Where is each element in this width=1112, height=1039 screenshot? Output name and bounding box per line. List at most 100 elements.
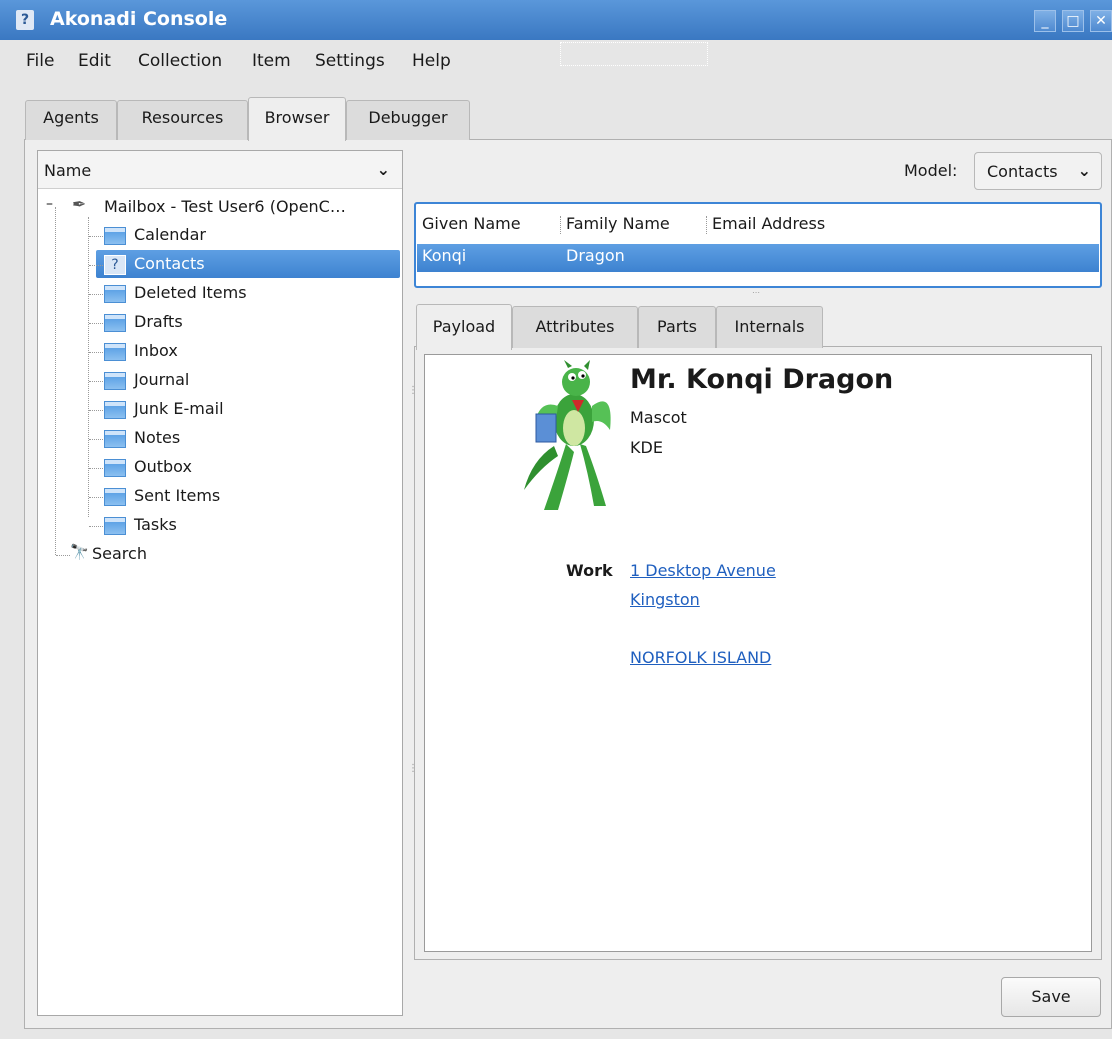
- tree-item-label: Contacts: [134, 254, 205, 273]
- tree-guide: [89, 526, 103, 527]
- folder-icon: [104, 314, 126, 332]
- dragon-leg: [580, 444, 606, 506]
- column-header-family-name[interactable]: Family Name: [566, 214, 670, 233]
- tree-item-outbox[interactable]: Outbox: [38, 453, 402, 482]
- chevron-down-icon[interactable]: ⌄: [377, 160, 390, 179]
- menu-file[interactable]: File: [26, 51, 54, 71]
- splitter-handle[interactable]: ⋯: [752, 288, 760, 297]
- tab-internals[interactable]: Internals: [716, 306, 823, 348]
- tree-item-inbox[interactable]: Inbox: [38, 337, 402, 366]
- save-button[interactable]: Save: [1001, 977, 1101, 1017]
- items-table[interactable]: Given Name Family Name Email Address Kon…: [414, 202, 1102, 288]
- menu-settings[interactable]: Settings: [315, 51, 385, 71]
- tree-item-tasks[interactable]: Tasks: [38, 511, 402, 540]
- tree-item-drafts[interactable]: Drafts: [38, 308, 402, 337]
- tree-item-deleted-items[interactable]: Deleted Items: [38, 279, 402, 308]
- address-link-city[interactable]: Kingston: [630, 590, 700, 609]
- splitter-handle[interactable]: ⋮: [408, 763, 418, 774]
- tree-item-label: Inbox: [134, 341, 178, 360]
- tree-item-notes[interactable]: Notes: [38, 424, 402, 453]
- tree-item-contacts[interactable]: ? Contacts: [38, 250, 402, 279]
- collection-tree[interactable]: Name ⌄ – ✒ Mailbox - Test User6 (OpenC… …: [37, 150, 403, 1016]
- tree-item-sent-items[interactable]: Sent Items: [38, 482, 402, 511]
- dragon-head: [562, 368, 590, 396]
- model-value: Contacts: [987, 162, 1058, 181]
- maximize-button[interactable]: □: [1062, 10, 1084, 32]
- tree-guide: [89, 497, 103, 498]
- tree-item-calendar[interactable]: Calendar: [38, 221, 402, 250]
- tree-guide: [89, 381, 103, 382]
- folder-icon: [104, 401, 126, 419]
- tree-guide: [89, 410, 103, 411]
- tree-guide: [89, 236, 103, 237]
- tree-item-label: Drafts: [134, 312, 183, 331]
- tree-item-label: Search: [92, 544, 147, 563]
- tab-debugger[interactable]: Debugger: [346, 100, 470, 140]
- model-combobox[interactable]: Contacts ⌄: [974, 152, 1102, 190]
- tree-item-junk-email[interactable]: Junk E-mail: [38, 395, 402, 424]
- tree-item-journal[interactable]: Journal: [38, 366, 402, 395]
- tab-parts[interactable]: Parts: [638, 306, 716, 348]
- minimize-button[interactable]: _: [1034, 10, 1056, 32]
- menu-collection[interactable]: Collection: [138, 51, 222, 71]
- tree-guide: [89, 439, 103, 440]
- model-label: Model:: [904, 161, 958, 180]
- close-button[interactable]: ✕: [1090, 10, 1112, 32]
- tree-item-search[interactable]: 🔭 Search: [38, 540, 402, 569]
- tab-payload[interactable]: Payload: [416, 304, 512, 350]
- tab-browser[interactable]: Browser: [248, 97, 346, 141]
- contact-role: Mascot: [630, 408, 687, 427]
- tree-item-label: Mailbox - Test User6 (OpenC…: [104, 197, 346, 216]
- window-title: Akonadi Console: [50, 8, 228, 30]
- menu-item[interactable]: Item: [252, 51, 291, 71]
- tree-item-mailbox[interactable]: – ✒ Mailbox - Test User6 (OpenC…: [38, 193, 402, 222]
- menu-edit[interactable]: Edit: [78, 51, 111, 71]
- address-link-street[interactable]: 1 Desktop Avenue: [630, 561, 776, 580]
- tree-guide: [89, 294, 103, 295]
- tree-guide: [89, 352, 103, 353]
- folder-icon: [104, 343, 126, 361]
- tree-guide: [56, 555, 70, 556]
- dragon-horn: [584, 360, 590, 370]
- contact-name: Mr. Konqi Dragon: [630, 364, 894, 395]
- tree-item-label: Tasks: [134, 515, 177, 534]
- tab-agents[interactable]: Agents: [25, 100, 117, 140]
- dragon-belly: [563, 410, 585, 446]
- cell-given-name: Konqi: [422, 246, 467, 265]
- title-bar[interactable]: ? Akonadi Console _ □ ✕: [0, 0, 1112, 40]
- book: [535, 413, 557, 443]
- menu-bar: File Edit Collection Item Settings Help: [0, 40, 1112, 84]
- folder-icon: [104, 517, 126, 535]
- address-link-country[interactable]: NORFOLK ISLAND: [630, 648, 771, 667]
- dragon-horn: [564, 360, 572, 368]
- contact-organization: KDE: [630, 438, 663, 457]
- column-separator[interactable]: [706, 216, 707, 234]
- folder-icon: [104, 372, 126, 390]
- tab-resources[interactable]: Resources: [117, 100, 248, 140]
- tree-column-header[interactable]: Name ⌄: [38, 151, 402, 189]
- collapse-icon[interactable]: –: [46, 196, 53, 212]
- column-header-email[interactable]: Email Address: [712, 214, 825, 233]
- app-icon: ?: [16, 10, 34, 30]
- tree-item-label: Calendar: [134, 225, 206, 244]
- menu-help[interactable]: Help: [412, 51, 451, 71]
- folder-icon: [104, 459, 126, 477]
- table-row[interactable]: [417, 244, 1099, 272]
- folder-icon: [104, 227, 126, 245]
- column-separator[interactable]: [560, 216, 561, 234]
- binoculars-icon: 🔭: [70, 543, 89, 561]
- tree-item-label: Outbox: [134, 457, 192, 476]
- tree-header-label: Name: [44, 161, 92, 180]
- cell-family-name: Dragon: [566, 246, 625, 265]
- tree-item-label: Sent Items: [134, 486, 221, 505]
- dragon-wing: [592, 401, 611, 430]
- pen-icon: ✒: [72, 195, 87, 215]
- tab-attributes[interactable]: Attributes: [512, 306, 638, 348]
- folder-icon: [104, 488, 126, 506]
- chevron-down-icon: ⌄: [1077, 161, 1091, 180]
- column-header-given-name[interactable]: Given Name: [422, 214, 521, 233]
- contacts-folder-icon: ?: [104, 255, 126, 275]
- folder-icon: [104, 285, 126, 303]
- splitter-handle[interactable]: ⋮: [408, 385, 418, 396]
- contact-photo: [524, 360, 611, 510]
